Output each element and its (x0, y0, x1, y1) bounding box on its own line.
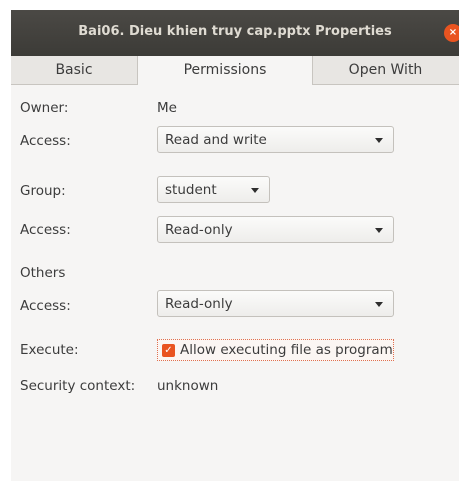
owner-access-label: Access: (20, 133, 71, 149)
group-dropdown[interactable]: student (157, 176, 270, 203)
chevron-down-icon (251, 188, 259, 193)
group-access-value: Read-only (165, 222, 233, 238)
group-value: student (165, 182, 217, 198)
close-icon[interactable]: × (444, 24, 459, 42)
owner-value: Me (157, 100, 177, 116)
others-label: Others (20, 265, 66, 281)
execute-checkbox-label[interactable]: Allow executing file as program (180, 342, 393, 358)
chevron-down-icon (375, 228, 383, 233)
properties-window: Bai06. Dieu khien truy cap.pptx Properti… (11, 10, 459, 481)
others-access-label: Access: (20, 298, 71, 314)
others-access-value: Read-only (165, 296, 233, 312)
execute-checkbox-row[interactable]: ✓ Allow executing file as program (157, 339, 394, 361)
security-context-value: unknown (157, 378, 219, 394)
tab-basic[interactable]: Basic (11, 56, 137, 84)
chevron-down-icon (375, 138, 383, 143)
others-access-dropdown[interactable]: Read-only (157, 290, 394, 317)
tab-bar: Basic Permissions Open With (11, 56, 459, 85)
title-bar[interactable]: Bai06. Dieu khien truy cap.pptx Properti… (11, 10, 459, 56)
owner-label: Owner: (20, 100, 69, 116)
chevron-down-icon (375, 302, 383, 307)
security-context-label: Security context: (20, 378, 136, 394)
tab-permissions[interactable]: Permissions (137, 56, 313, 85)
execute-label: Execute: (20, 342, 79, 358)
checkmark-icon[interactable]: ✓ (162, 344, 175, 357)
group-access-label: Access: (20, 222, 71, 238)
tab-open-with[interactable]: Open With (312, 56, 459, 84)
group-label: Group: (20, 183, 66, 199)
owner-access-value: Read and write (165, 132, 267, 148)
window-title: Bai06. Dieu khien truy cap.pptx Properti… (78, 24, 392, 39)
owner-access-dropdown[interactable]: Read and write (157, 126, 394, 153)
group-access-dropdown[interactable]: Read-only (157, 216, 394, 243)
